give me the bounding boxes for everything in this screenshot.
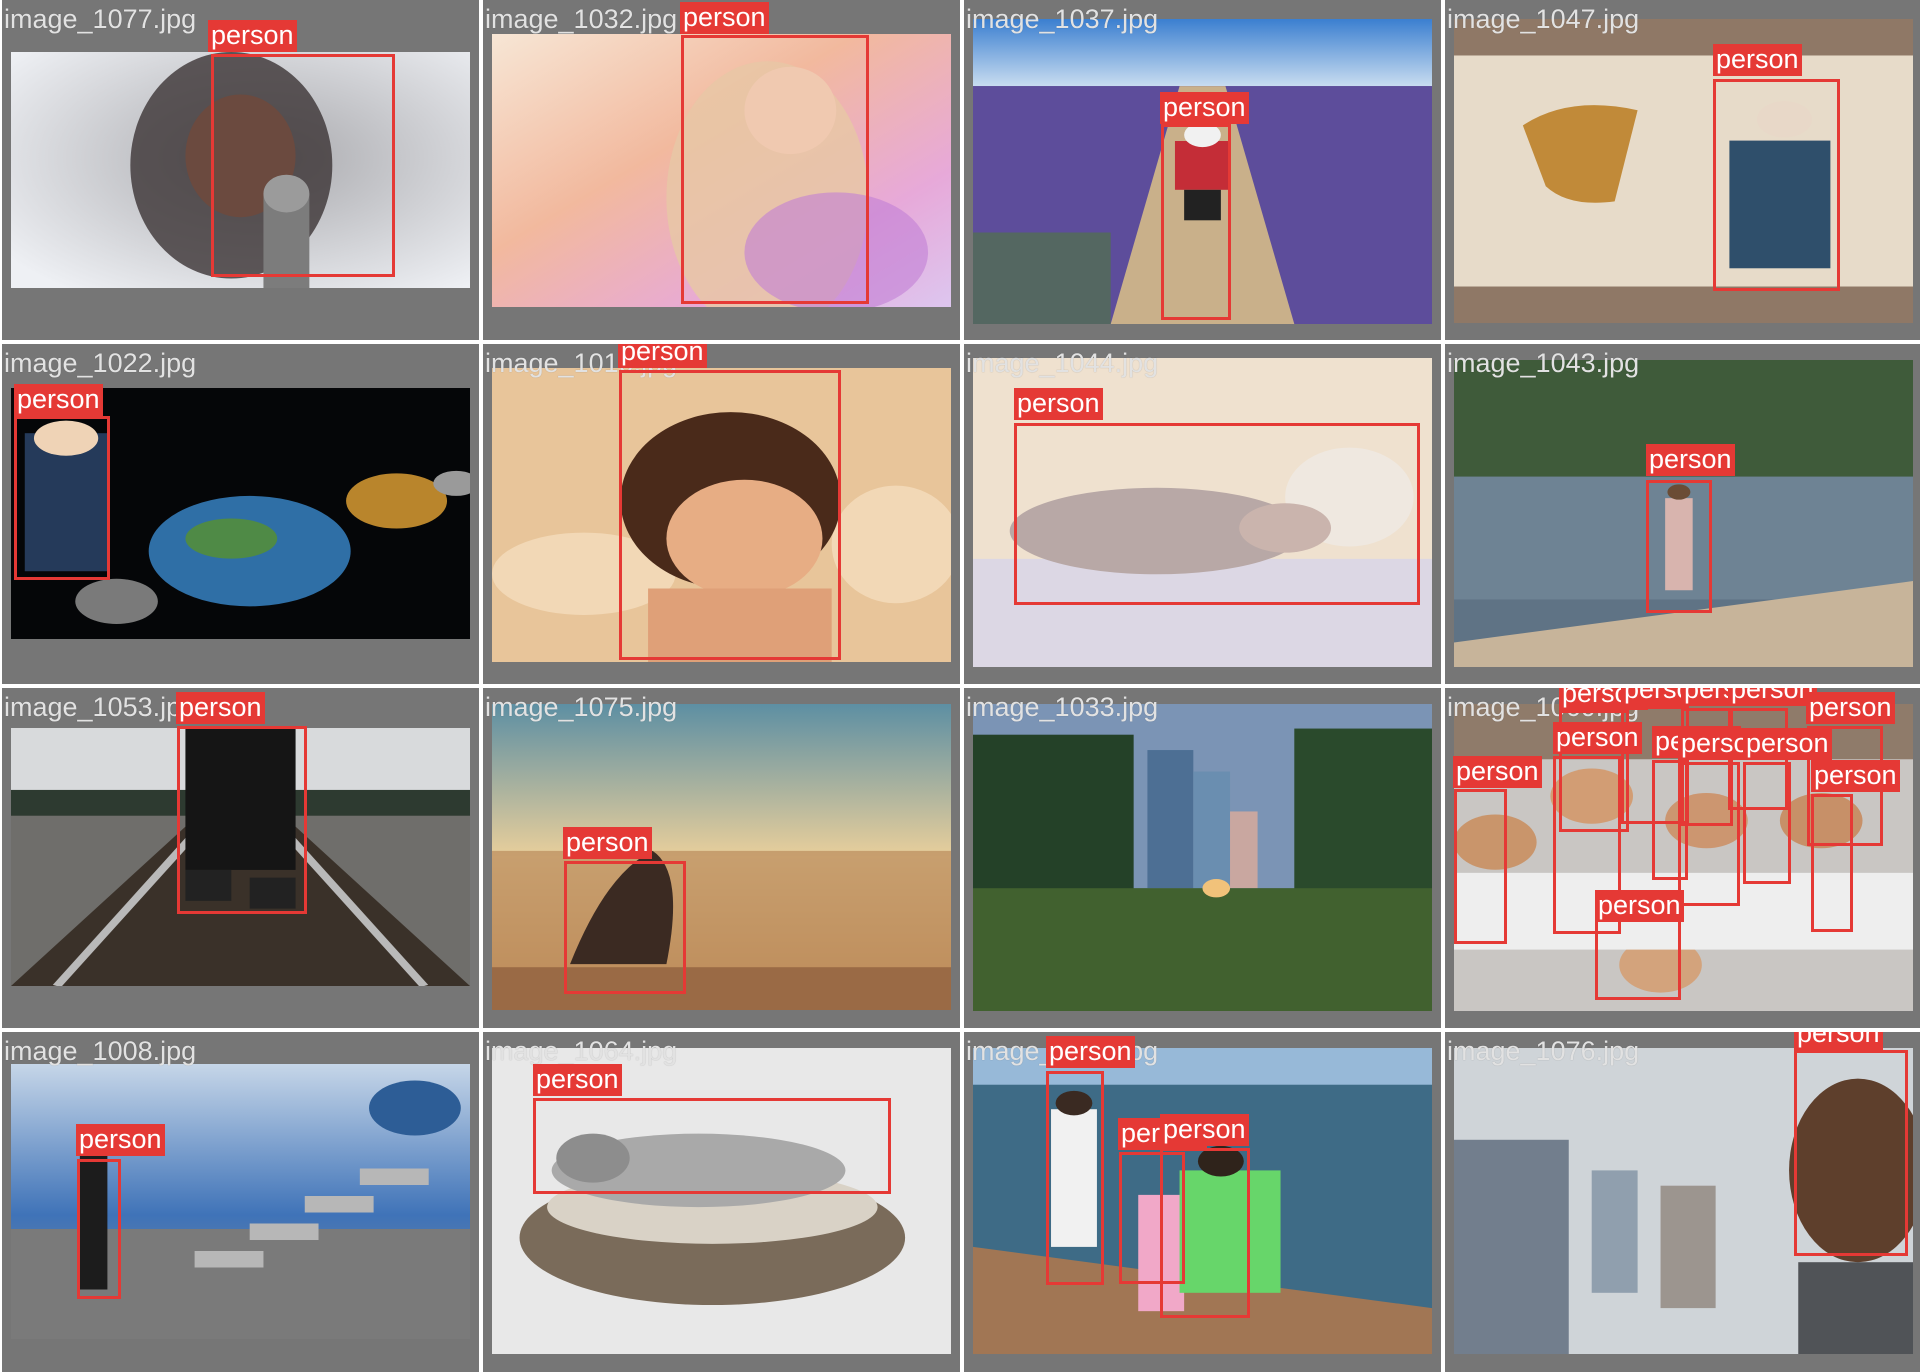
image-filename: image_1064.jpg: [485, 1036, 678, 1066]
image-filename: image_1008.jpg: [4, 1036, 197, 1066]
image-tile[interactable]: image_1075.jpg person: [483, 688, 960, 1028]
person-bounding-box: [1454, 789, 1507, 944]
image-filename: image_1037.jpg: [966, 4, 1159, 34]
class-label: person: [1713, 44, 1802, 76]
class-label: person: [176, 692, 265, 724]
image-filename: image_1044.jpg: [966, 348, 1159, 378]
image-tile[interactable]: image_1010.jpg person: [483, 344, 960, 684]
class-label: person: [1646, 444, 1735, 476]
class-label: person: [563, 827, 652, 859]
class-label: person: [1553, 722, 1642, 754]
person-bounding-box: [619, 370, 841, 660]
image-tile[interactable]: image_1062.jpg person person person: [964, 1032, 1441, 1372]
detection-results-grid: image_1077.jpg person image_1032.jpg per…: [0, 0, 1920, 1372]
person-bounding-box: [1046, 1071, 1104, 1285]
image-filename: image_1075.jpg: [485, 692, 678, 722]
class-label: person: [680, 2, 769, 34]
image-tile[interactable]: image_1044.jpg person: [964, 344, 1441, 684]
image-tile[interactable]: image_1077.jpg person: [2, 0, 479, 340]
person-bounding-box: [1713, 79, 1840, 291]
image-tile[interactable]: image_1064.jpg person: [483, 1032, 960, 1372]
class-label: person: [1743, 728, 1832, 760]
image-filename: image_1033.jpg: [966, 692, 1159, 722]
class-label: person: [1728, 688, 1817, 706]
class-label: person: [1453, 756, 1542, 788]
person-bounding-box: [211, 54, 395, 277]
person-bounding-box: [177, 726, 307, 914]
image-tile[interactable]: image_1033.jpg: [964, 688, 1441, 1028]
person-bounding-box: [533, 1098, 891, 1194]
class-label: person: [1160, 1114, 1249, 1146]
image-tile[interactable]: image_1032.jpg person: [483, 0, 960, 340]
image-tile[interactable]: image_1008.jpg person: [2, 1032, 479, 1372]
image-filename: image_1047.jpg: [1447, 4, 1640, 34]
photo-yoga-by-sea: [492, 704, 951, 1010]
image-filename: image_1043.jpg: [1447, 348, 1640, 378]
image-filename: image_1022.jpg: [4, 348, 197, 378]
class-label: person: [1595, 890, 1684, 922]
person-bounding-box: [564, 861, 686, 994]
image-filename: image_1032.jpg: [485, 4, 678, 34]
class-label: person: [208, 20, 297, 52]
person-bounding-box: [14, 416, 110, 580]
person-bounding-box: [1646, 480, 1712, 613]
person-bounding-box: [681, 35, 869, 304]
person-bounding-box: [1678, 762, 1740, 906]
image-filename: image_1076.jpg: [1447, 1036, 1640, 1066]
person-bounding-box: [77, 1159, 121, 1299]
person-bounding-box: [1014, 423, 1420, 605]
image-tile[interactable]: image_1022.jpg person: [2, 344, 479, 684]
class-label: person: [533, 1064, 622, 1096]
class-label: person: [1806, 692, 1895, 724]
class-label: person: [1160, 92, 1249, 124]
photo-city-park: [973, 704, 1432, 1011]
image-filename: image_1077.jpg: [4, 4, 197, 34]
class-label: person: [1014, 388, 1103, 420]
person-bounding-box: [1794, 1050, 1908, 1256]
person-bounding-box: [1811, 794, 1853, 932]
image-tile[interactable]: image_1043.jpg person: [1445, 344, 1920, 684]
class-label: person: [618, 344, 707, 368]
image-tile[interactable]: image_1060.jpg person person person pers…: [1445, 688, 1920, 1028]
class-label: person: [1794, 1032, 1883, 1050]
person-bounding-box: [1161, 124, 1231, 320]
class-label: person: [1046, 1036, 1135, 1068]
photo-saxophone-player: [1454, 19, 1913, 323]
person-bounding-box: [1160, 1148, 1250, 1318]
image-tile[interactable]: image_1037.jpg person: [964, 0, 1441, 340]
image-tile[interactable]: image_1053.jpg person: [2, 688, 479, 1028]
person-bounding-box: [1743, 762, 1791, 884]
class-label: person: [14, 384, 103, 416]
class-label: person: [76, 1124, 165, 1156]
class-label: person: [1811, 760, 1900, 792]
image-tile[interactable]: image_1076.jpg person: [1445, 1032, 1920, 1372]
image-filename: image_1053.jpg: [4, 692, 197, 722]
image-tile[interactable]: image_1047.jpg person: [1445, 0, 1920, 340]
